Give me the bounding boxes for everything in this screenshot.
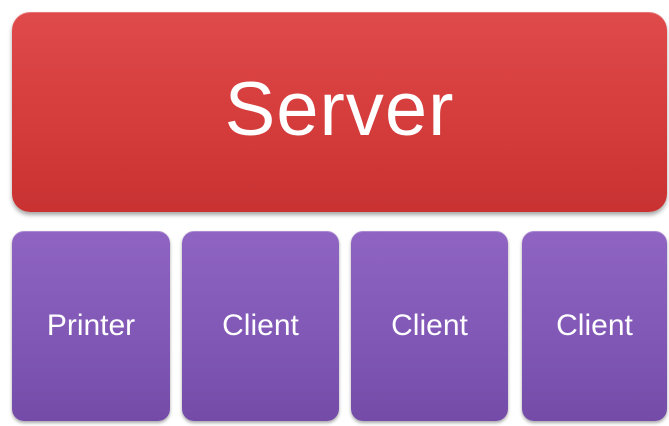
client-label: Client — [222, 309, 299, 342]
printer-block: Printer — [12, 231, 170, 421]
printer-label: Printer — [46, 309, 136, 342]
client-label: Client — [391, 309, 468, 342]
device-row: Printer Client Client Client — [12, 231, 667, 421]
client-block: Client — [182, 231, 339, 421]
server-block: Server — [12, 12, 667, 212]
client-label: Client — [556, 309, 633, 342]
client-block: Client — [522, 231, 667, 421]
client-block: Client — [351, 231, 508, 421]
server-label: Server — [224, 67, 455, 152]
